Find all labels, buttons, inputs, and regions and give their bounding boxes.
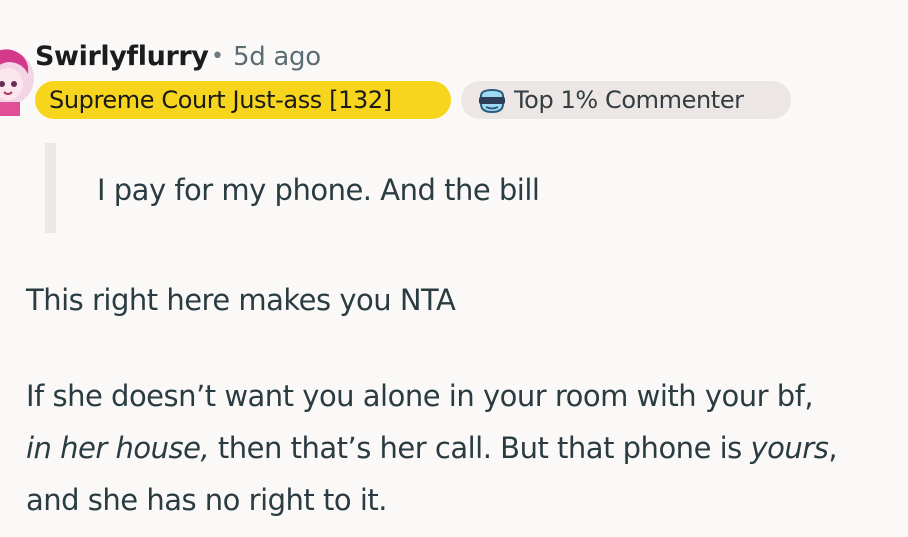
sunglasses-icon bbox=[477, 87, 507, 114]
paragraph-line: If she doesn’t want you alone in your ro… bbox=[26, 379, 814, 413]
comment-paragraph-2: If she doesn’t want you alone in your ro… bbox=[26, 370, 906, 526]
user-flair: Supreme Court Just-ass [132] bbox=[35, 81, 451, 119]
comment: Swirlyflurry • 5d ago Supreme Court Just… bbox=[0, 0, 908, 537]
blockquote-text: I pay for my phone. And the bill bbox=[97, 173, 540, 207]
user-flair-label: Supreme Court Just-ass [132] bbox=[49, 86, 392, 114]
italic-text: in her house, bbox=[26, 431, 210, 465]
badge-label: Top 1% Commenter bbox=[514, 86, 744, 114]
blockquote-bar bbox=[45, 143, 56, 233]
paragraph-line: and she has no right to it. bbox=[26, 483, 387, 517]
meta-separator: • bbox=[211, 44, 224, 69]
paragraph-text: , bbox=[828, 431, 838, 465]
paragraph-line: in her house, then that’s her call. But … bbox=[26, 422, 906, 474]
italic-text: yours bbox=[750, 431, 829, 465]
avatar-image bbox=[0, 49, 34, 116]
comment-paragraph-1: This right here makes you NTA bbox=[26, 283, 456, 317]
avatar[interactable] bbox=[0, 40, 34, 116]
paragraph-text: then that’s her call. But that phone is bbox=[209, 431, 751, 465]
top-commenter-badge[interactable]: Top 1% Commenter bbox=[461, 81, 791, 119]
timestamp[interactable]: 5d ago bbox=[233, 40, 321, 74]
username[interactable]: Swirlyflurry bbox=[35, 40, 209, 74]
